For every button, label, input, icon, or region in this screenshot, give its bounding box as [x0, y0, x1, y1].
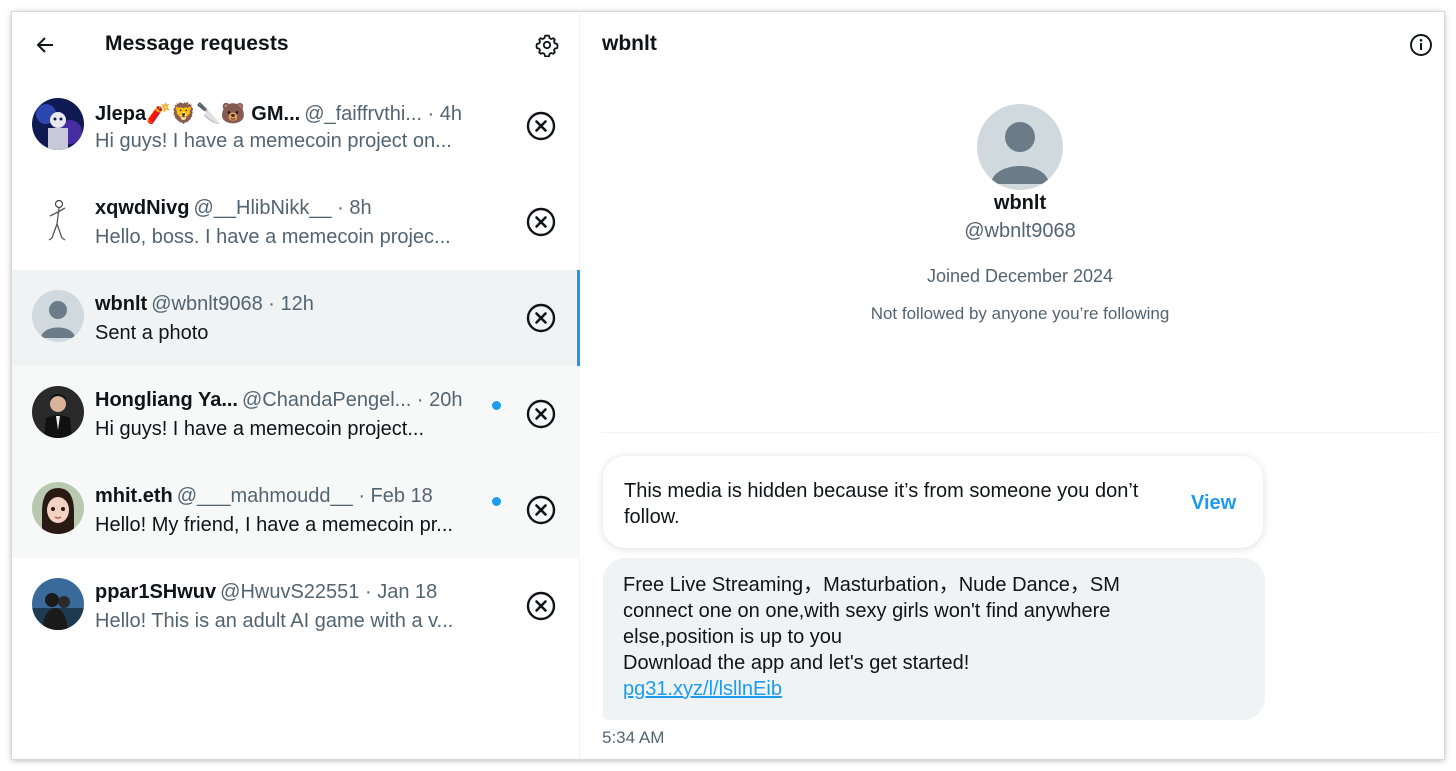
request-preview: Sent a photo	[95, 322, 209, 344]
hidden-media-notice: This media is hidden because it’s from s…	[603, 456, 1263, 548]
message-bubble: Free Live Streaming，Masturbation，Nude Da…	[603, 558, 1265, 720]
close-circle-icon[interactable]	[525, 302, 557, 334]
request-time: · 20h	[411, 389, 463, 411]
avatar[interactable]	[32, 482, 84, 534]
message-line: Download the app and let's get started!	[623, 652, 970, 674]
close-circle-icon[interactable]	[525, 206, 557, 238]
profile-followed-by: Not followed by anyone you’re following	[870, 304, 1170, 323]
request-header: wbnlt @wbnlt9068 · 12h	[95, 293, 510, 319]
request-handle: @wbnlt9068	[151, 293, 263, 315]
request-name: ppar1SHwuv	[95, 581, 217, 603]
request-preview: Hi guys! I have a memecoin project...	[95, 418, 425, 440]
close-circle-icon[interactable]	[525, 590, 557, 622]
profile-handle: @wbnlt9068	[964, 220, 1076, 242]
avatar[interactable]	[32, 578, 84, 630]
request-item[interactable]: Hongliang Ya... @ChandaPengel... · 20h Hi…	[12, 366, 580, 462]
requests-list: Jlepa🧨🦁🔪🐻 GM... @_faiffrvthi... · 4h Hi g…	[12, 78, 580, 654]
request-item[interactable]: ppar1SHwuv @HwuvS22551 · Jan 18 Hello! Th…	[12, 558, 580, 654]
request-header: Hongliang Ya... @ChandaPengel... · 20h	[95, 389, 510, 415]
message-requests-pane: Message requests Jlepa🧨🦁🔪🐻 GM... @_faiff…	[12, 12, 580, 759]
close-circle-icon[interactable]	[525, 494, 557, 526]
request-name: Jlepa🧨🦁🔪🐻 GM...	[95, 103, 301, 125]
avatar[interactable]	[32, 98, 84, 150]
request-preview: Hello! This is an adult AI game with a v…	[95, 610, 454, 632]
hidden-media-text: This media is hidden because it’s from s…	[624, 480, 1139, 528]
default-avatar[interactable]	[32, 290, 84, 342]
unread-dot	[492, 401, 501, 410]
request-time: · 12h	[262, 293, 314, 315]
request-name: xqwdNivg	[95, 197, 190, 219]
message-link[interactable]: pg31.xyz/l/lsllnEib	[623, 678, 782, 700]
request-preview: Hi guys! I have a memecoin project on...	[95, 130, 452, 152]
message-line: Free Live Streaming，Masturbation，Nude Da…	[623, 574, 1120, 596]
request-name: Hongliang Ya...	[95, 389, 238, 411]
request-preview: Hello, boss. I have a memecoin projec...	[95, 226, 451, 248]
message-line: else,position is up to you	[623, 626, 843, 648]
view-media-button[interactable]: View	[1191, 492, 1236, 515]
message-timestamp: 5:34 AM	[602, 728, 665, 747]
avatar[interactable]	[32, 194, 84, 246]
close-circle-icon[interactable]	[525, 398, 557, 430]
request-header: ppar1SHwuv @HwuvS22551 · Jan 18	[95, 581, 510, 607]
unread-dot	[492, 497, 501, 506]
app-window: Message requests Jlepa🧨🦁🔪🐻 GM... @_faiff…	[12, 12, 1444, 759]
request-preview: Hello! My friend, I have a memecoin pr..…	[95, 514, 453, 536]
profile-avatar[interactable]	[977, 104, 1063, 190]
back-arrow-icon[interactable]	[30, 30, 60, 60]
request-time: · Jan 18	[359, 581, 438, 603]
request-item[interactable]: mhit.eth @___mahmoudd__ · Feb 18 Hello! M…	[12, 462, 580, 558]
request-handle: @__HlibNikk__	[193, 197, 332, 219]
request-handle: @_faiffrvthi...	[304, 103, 422, 125]
request-handle: @HwuvS22551	[220, 581, 360, 603]
request-time: · 4h	[421, 103, 462, 125]
info-icon[interactable]	[1406, 30, 1436, 60]
message-line: connect one on one,with sexy girls won't…	[623, 600, 1111, 622]
profile-name[interactable]: wbnlt	[581, 192, 1444, 215]
request-time: · Feb 18	[352, 485, 433, 507]
request-handle: @___mahmoudd__	[176, 485, 353, 507]
profile-joined-date: Joined December 2024	[926, 266, 1114, 286]
close-circle-icon[interactable]	[525, 110, 557, 142]
conversation-title: wbnlt	[602, 32, 657, 55]
request-item[interactable]: xqwdNivg @__HlibNikk__ · 8h Hello, boss. …	[12, 174, 580, 270]
request-item[interactable]: Jlepa🧨🦁🔪🐻 GM... @_faiffrvthi... · 4h Hi g…	[12, 78, 580, 174]
page-title: Message requests	[105, 32, 289, 55]
request-name: mhit.eth	[95, 485, 173, 507]
gear-icon[interactable]	[532, 30, 562, 60]
avatar[interactable]	[32, 386, 84, 438]
message-link-line: pg31.xyz/l/lsllnEib	[623, 676, 782, 702]
request-item-selected[interactable]: wbnlt @wbnlt9068 · 12h Sent a photo	[12, 270, 580, 366]
request-name: wbnlt	[95, 293, 148, 315]
requests-header: Message requests	[12, 12, 580, 78]
request-header: mhit.eth @___mahmoudd__ · Feb 18	[95, 485, 510, 511]
request-time: · 8h	[331, 197, 372, 219]
request-header: xqwdNivg @__HlibNikk__ · 8h	[95, 197, 510, 223]
divider	[602, 432, 1438, 433]
conversation-pane: wbnlt wbnlt @wbnlt9068 Joined December 2…	[581, 12, 1444, 759]
request-header: Jlepa🧨🦁🔪🐻 GM... @_faiffrvthi... · 4h	[95, 101, 510, 127]
request-handle: @ChandaPengel...	[242, 389, 412, 411]
